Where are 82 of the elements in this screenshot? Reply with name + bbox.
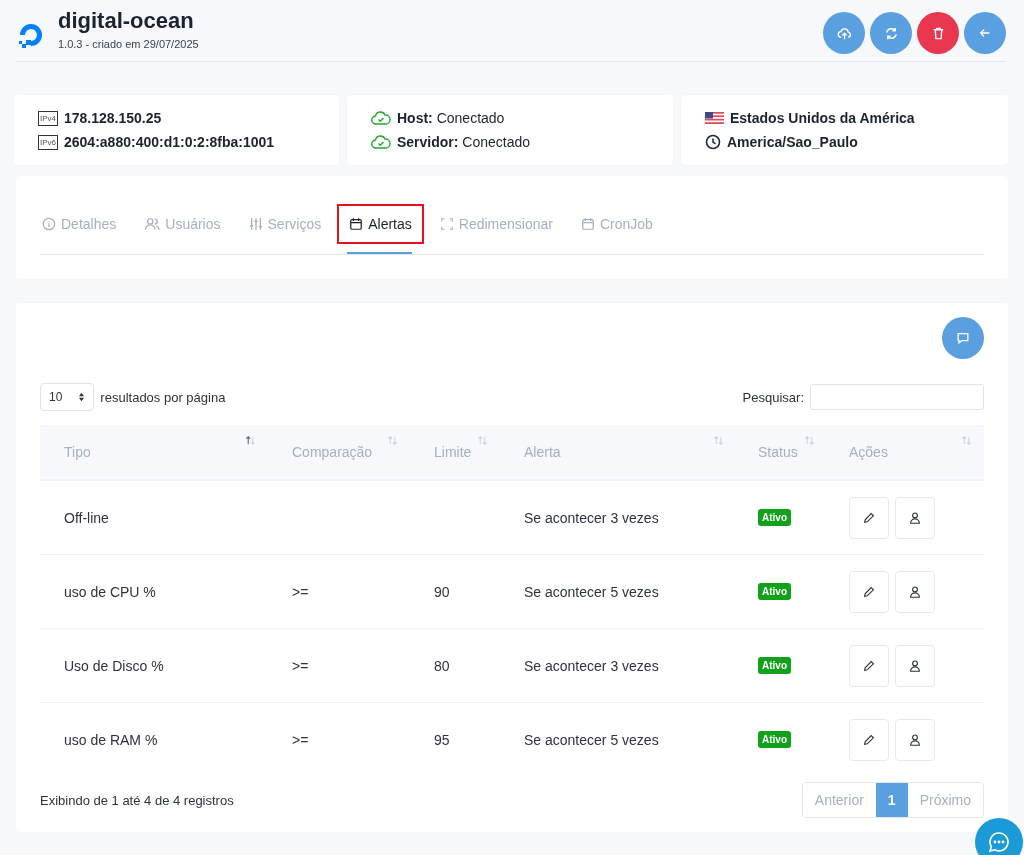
ipv6-address: 2604:a880:400:d1:0:2:8fba:1001: [64, 134, 275, 150]
connection-status: Host: Conectado: [397, 110, 505, 126]
status-badge: Ativo: [758, 583, 791, 600]
user-icon: [908, 510, 922, 525]
edit-button[interactable]: [849, 718, 889, 761]
refresh-icon: [883, 25, 899, 41]
status-badge: Ativo: [758, 657, 791, 674]
tab[interactable]: Alertas: [337, 204, 424, 244]
calendar-icon: [349, 217, 364, 231]
server-subtitle: 1.0.3 - criado em 29/07/2025: [58, 38, 199, 50]
pencil-icon: [862, 510, 876, 525]
user-button[interactable]: [895, 718, 935, 761]
user-icon: [908, 732, 922, 747]
chat-icon: [987, 830, 1011, 854]
back-arrow-icon: [978, 26, 992, 40]
status-badge: Ativo: [758, 509, 791, 526]
table-cell: uso de RAM %: [64, 731, 158, 748]
search-field[interactable]: [810, 384, 984, 410]
table-cell: >=: [292, 731, 309, 748]
refresh-button[interactable]: [870, 12, 912, 54]
back-button[interactable]: [964, 12, 1006, 54]
page-size-select[interactable]: 10: [40, 383, 95, 411]
table-cell: Se acontecer 3 vezes: [524, 657, 659, 674]
ip-version-badge: IPv6: [38, 134, 58, 150]
timezone: America/Sao_Paulo: [727, 134, 858, 150]
upload-button[interactable]: [823, 12, 865, 54]
table-cell: Se acontecer 3 vezes: [524, 509, 659, 526]
table-cell: >=: [292, 657, 309, 674]
corners-icon: [439, 217, 454, 231]
user-button[interactable]: [895, 570, 935, 613]
column-header[interactable]: Limite: [410, 425, 500, 479]
user-button[interactable]: [895, 496, 935, 539]
edit-button[interactable]: [849, 496, 889, 539]
comment-icon: [956, 331, 970, 345]
table-cell: Se acontecer 5 vezes: [524, 731, 659, 748]
column-header[interactable]: Status: [736, 425, 827, 479]
clock-icon: [705, 134, 721, 150]
column-header[interactable]: Ações: [827, 425, 984, 479]
info-icon: [42, 217, 56, 231]
connection-status: Servidor: Conectado: [397, 134, 531, 150]
tab[interactable]: CronJob: [568, 204, 665, 244]
tab[interactable]: Detalhes: [40, 204, 129, 244]
table-cell: >=: [292, 583, 309, 600]
table-cell: uso de CPU %: [64, 583, 156, 600]
table-cell: 95: [434, 731, 450, 748]
table-cell: Uso de Disco %: [64, 657, 164, 674]
pagination-button[interactable]: 1: [875, 783, 908, 817]
records-summary: Exibindo de 1 até 4 de 4 registros: [40, 792, 234, 808]
country-name: Estados Unidos da América: [730, 110, 915, 126]
delete-button[interactable]: [917, 12, 959, 54]
comment-button[interactable]: [942, 317, 984, 359]
ipv4-address: 178.128.150.25: [64, 110, 162, 126]
page-size-label: resultados por página: [100, 389, 226, 405]
users-icon: [144, 217, 161, 231]
pencil-icon: [862, 658, 876, 673]
user-icon: [908, 658, 922, 673]
cloud-upload-icon: [836, 25, 852, 41]
ip-version-badge: IPv4: [38, 110, 58, 126]
search-label: Pesquisar:: [742, 389, 804, 405]
status-badge: Ativo: [758, 731, 791, 748]
table-cell: Off-line: [64, 509, 109, 526]
column-header[interactable]: Alerta: [500, 425, 736, 479]
edit-button[interactable]: [849, 570, 889, 613]
server-title: digital-ocean: [58, 8, 195, 34]
column-header[interactable]: Comparação: [268, 425, 410, 479]
table-cell: Se acontecer 5 vezes: [524, 583, 659, 600]
user-button[interactable]: [895, 644, 935, 687]
tab[interactable]: Redimensionar: [427, 204, 565, 244]
table-cell: 90: [434, 583, 450, 600]
user-icon: [908, 584, 922, 599]
edit-button[interactable]: [849, 644, 889, 687]
tab[interactable]: Serviços: [236, 204, 334, 244]
column-header[interactable]: Tipo: [40, 425, 268, 479]
chat-button[interactable]: [975, 818, 1023, 855]
tab[interactable]: Usuários: [132, 204, 233, 244]
pencil-icon: [862, 584, 876, 599]
pencil-icon: [862, 732, 876, 747]
select-arrows-icon: [78, 392, 86, 402]
flag-icon: [705, 112, 724, 124]
table-cell: 80: [434, 657, 450, 674]
sliders-icon: [248, 217, 263, 231]
calendar-icon: [580, 217, 595, 231]
